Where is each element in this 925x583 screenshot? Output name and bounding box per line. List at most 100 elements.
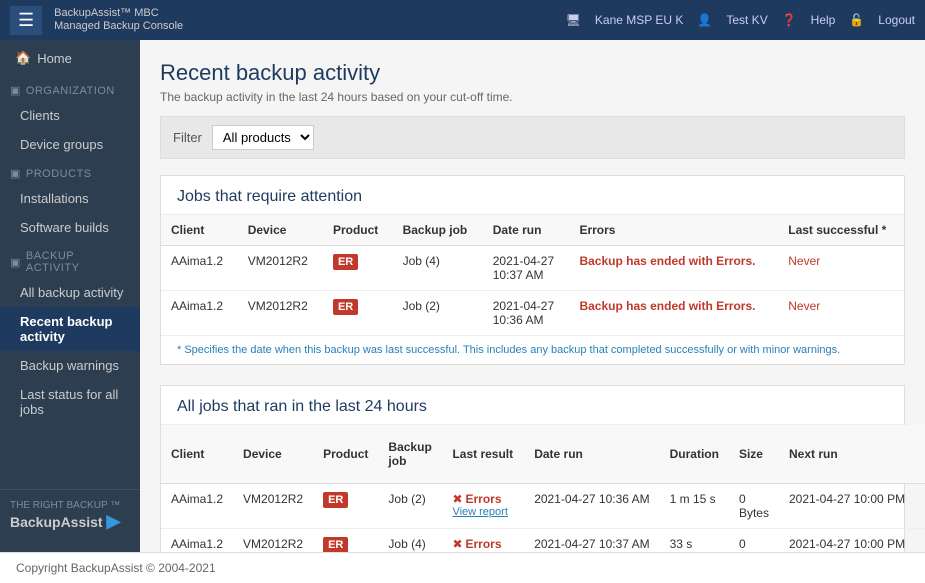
aj-col-last-successful: Last successful * [915, 425, 925, 484]
cell-last-successful: Never [915, 529, 925, 553]
aj-col-backup-job: Backup job [378, 425, 442, 484]
cell-product: ER [323, 246, 393, 291]
attention-section: Jobs that require attention Client Devic… [160, 175, 905, 365]
cell-size: 0 Bytes [729, 529, 779, 553]
cell-errors: Backup has ended with Errors. [569, 291, 778, 336]
logo-triangle: ▶ [106, 511, 120, 531]
cell-product: ER [313, 484, 378, 529]
col-date-run: Date run [483, 215, 570, 246]
cell-backup-job: Job (4) [378, 529, 442, 553]
user-icon: 🖥 [566, 13, 581, 27]
sidebar-section-products: ▣ PRODUCTS [0, 159, 140, 184]
cell-last-result: ✖ErrorsView report [442, 484, 524, 529]
col-backup-job: Backup job [393, 215, 483, 246]
home-icon: 🏠 [15, 50, 31, 66]
cell-device: VM2012R2 [238, 291, 323, 336]
aj-col-date-run: Date run [524, 425, 659, 484]
brand-logo: BackupAssist™ MBC Managed Backup Console [54, 7, 183, 33]
help-icon: ❓ [782, 13, 797, 27]
aj-col-size: Size [729, 425, 779, 484]
backup-assist-logo: BackupAssist [10, 514, 103, 530]
all-jobs-table-row: AAima1.2 VM2012R2 ER Job (2) ✖ErrorsView… [161, 484, 925, 529]
cell-date-run: 2021-04-27 10:37 AM [524, 529, 659, 553]
filter-label: Filter [173, 130, 202, 145]
sidebar-item-last-status[interactable]: Last status for all jobs [0, 380, 140, 424]
attention-section-title: Jobs that require attention [161, 176, 904, 215]
bottom-footer: Copyright BackupAssist © 2004-2021 [0, 552, 925, 583]
cell-errors: Backup has ended with Errors. [569, 246, 778, 291]
cell-backup-job: Job (2) [378, 484, 442, 529]
attention-footnote: * Specifies the date when this backup wa… [161, 335, 904, 364]
view-report-link[interactable]: View report [452, 506, 514, 518]
help-link[interactable]: Help [811, 13, 836, 27]
sidebar-item-software-builds[interactable]: Software builds [0, 213, 140, 242]
filter-select[interactable]: All products [212, 125, 314, 150]
sidebar-item-home[interactable]: 🏠 Home [0, 40, 140, 76]
nav-left: ☰ BackupAssist™ MBC Managed Backup Conso… [10, 6, 183, 35]
cell-client: AAima1.2 [161, 246, 238, 291]
cell-product: ER [313, 529, 378, 553]
cell-date-run: 2021-04-2710:36 AM [483, 291, 570, 336]
cell-duration: 1 m 15 s [660, 484, 729, 529]
sidebar-footer: THE RIGHT BACKUP ™ BackupAssist ▶ [0, 489, 140, 542]
attention-table: Client Device Product Backup job Date ru… [161, 215, 904, 335]
cell-next-run: 2021-04-27 10:00 PM [779, 529, 915, 553]
filter-bar: Filter All products [160, 116, 905, 159]
main-layout: 🏠 Home ▣ ORGANIZATION Clients Device gro… [0, 40, 925, 552]
home-label: Home [37, 51, 72, 66]
aj-col-product: Product [313, 425, 378, 484]
hamburger-button[interactable]: ☰ [10, 6, 42, 35]
aj-col-duration: Duration [660, 425, 729, 484]
aj-col-device: Device [233, 425, 313, 484]
cell-last-successful: Never [778, 246, 904, 291]
all-jobs-table: Client Device Product Backup job Last re… [161, 425, 925, 552]
cell-date-run: 2021-04-2710:37 AM [483, 246, 570, 291]
cell-backup-job: Job (4) [393, 246, 483, 291]
all-jobs-section-title: All jobs that ran in the last 24 hours [161, 386, 904, 425]
logout-icon: 🔓 [849, 13, 864, 27]
page-subtitle: The backup activity in the last 24 hours… [160, 90, 905, 104]
nav-right: 🖥 Kane MSP EU K 👤 Test KV ❓ Help 🔓 Logou… [566, 13, 915, 27]
footer-logo-line1: THE RIGHT BACKUP ™ [10, 500, 130, 511]
cell-product: ER [323, 291, 393, 336]
sidebar-item-device-groups[interactable]: Device groups [0, 130, 140, 159]
sidebar-item-backup-warnings[interactable]: Backup warnings [0, 351, 140, 380]
products-icon: ▣ [10, 167, 21, 180]
logout-link[interactable]: Logout [878, 13, 915, 27]
page-title: Recent backup activity [160, 60, 905, 86]
brand-name: BackupAssist™ MBC [54, 7, 183, 20]
col-product: Product [323, 215, 393, 246]
all-jobs-table-row: AAima1.2 VM2012R2 ER Job (4) ✖ErrorsView… [161, 529, 925, 553]
attention-table-row: AAima1.2 VM2012R2 ER Job (4) 2021-04-271… [161, 246, 904, 291]
cell-client: AAima1.2 [161, 484, 233, 529]
cell-client: AAima1.2 [161, 291, 238, 336]
aj-col-next-run: Next run [779, 425, 915, 484]
col-last-successful: Last successful * [778, 215, 904, 246]
aj-col-client: Client [161, 425, 233, 484]
sidebar-item-clients[interactable]: Clients [0, 101, 140, 130]
account-icon: 👤 [697, 13, 712, 27]
sidebar: 🏠 Home ▣ ORGANIZATION Clients Device gro… [0, 40, 140, 552]
sidebar-section-backup-activity: ▣ BACKUP ACTIVITY [0, 242, 140, 278]
copyright-text: Copyright BackupAssist © 2004-2021 [16, 561, 216, 575]
col-errors: Errors [569, 215, 778, 246]
main-content: Recent backup activity The backup activi… [140, 40, 925, 552]
sidebar-item-installations[interactable]: Installations [0, 184, 140, 213]
backup-activity-icon: ▣ [10, 256, 21, 269]
user-label: Kane MSP EU K [595, 13, 684, 27]
footer-logo-line2: BackupAssist ▶ [10, 511, 130, 532]
cell-last-successful: Never [778, 291, 904, 336]
cell-backup-job: Job (2) [393, 291, 483, 336]
cell-last-result: ✖ErrorsView report [442, 529, 524, 553]
cell-size: 0 Bytes [729, 484, 779, 529]
cell-device: VM2012R2 [233, 484, 313, 529]
cell-device: VM2012R2 [238, 246, 323, 291]
cell-duration: 33 s [660, 529, 729, 553]
sidebar-item-recent-backup-activity[interactable]: Recent backup activity [0, 307, 140, 351]
attention-table-row: AAima1.2 VM2012R2 ER Job (2) 2021-04-271… [161, 291, 904, 336]
account-label: Test KV [726, 13, 767, 27]
brand-subtitle: Managed Backup Console [54, 20, 183, 33]
col-client: Client [161, 215, 238, 246]
top-navigation: ☰ BackupAssist™ MBC Managed Backup Conso… [0, 0, 925, 40]
sidebar-item-all-backup-activity[interactable]: All backup activity [0, 278, 140, 307]
